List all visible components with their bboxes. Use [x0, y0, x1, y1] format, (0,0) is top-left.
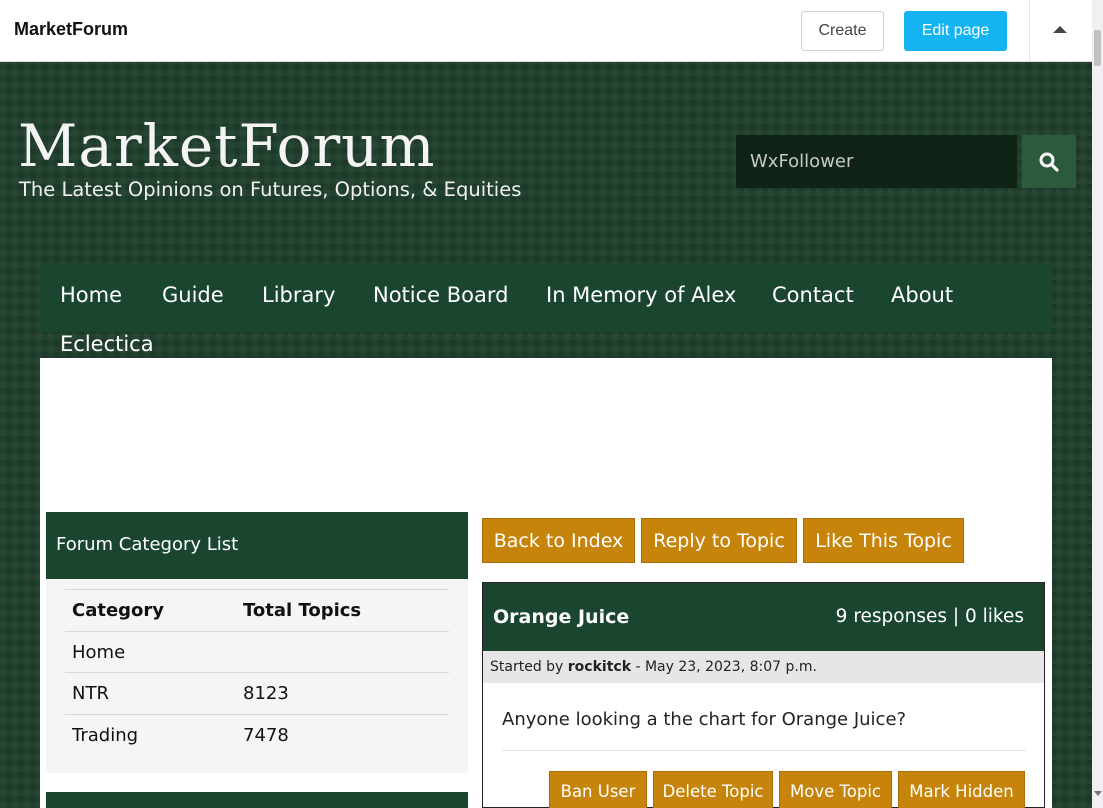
- category-name[interactable]: Trading: [72, 725, 138, 746]
- search-button[interactable]: [1022, 135, 1076, 188]
- like-topic-button[interactable]: Like This Topic: [803, 518, 964, 563]
- create-button[interactable]: Create: [801, 11, 884, 51]
- admin-bar: MarketForum Create Edit page: [0, 0, 1092, 62]
- category-list-panel: Forum Category List Category Total Topic…: [46, 512, 468, 773]
- edit-page-button[interactable]: Edit page: [904, 11, 1007, 51]
- column-header-total-topics: Total Topics: [243, 600, 362, 621]
- category-table: Category Total Topics Home NTR 8123 Trad…: [65, 589, 449, 755]
- reply-to-topic-button[interactable]: Reply to Topic: [641, 518, 797, 563]
- search-icon: [1039, 152, 1059, 172]
- topic-divider: [502, 750, 1026, 751]
- category-name[interactable]: NTR: [72, 683, 109, 704]
- delete-topic-button[interactable]: Delete Topic: [653, 771, 773, 808]
- nav-item-in-memory[interactable]: In Memory of Alex: [546, 283, 736, 307]
- table-row[interactable]: NTR 8123: [65, 672, 449, 714]
- nav-item-library[interactable]: Library: [262, 283, 335, 307]
- search-input[interactable]: WxFollower: [736, 135, 1017, 188]
- category-name[interactable]: Home: [72, 642, 125, 663]
- category-list-title: Forum Category List: [46, 512, 468, 579]
- main-nav: Home Guide Library Notice Board In Memor…: [40, 263, 1052, 332]
- topic-author[interactable]: rockitck: [568, 659, 631, 675]
- move-topic-button[interactable]: Move Topic: [779, 771, 892, 808]
- topic-date: - May 23, 2023, 8:07 p.m.: [635, 659, 817, 675]
- nav-item-eclectica[interactable]: Eclectica: [60, 332, 154, 356]
- category-table-header: Category Total Topics: [65, 589, 449, 631]
- nav-item-guide[interactable]: Guide: [162, 283, 224, 307]
- site-logo-title[interactable]: MarketForum: [18, 112, 436, 180]
- topic-header: Orange Juice 9 responses | 0 likes: [483, 583, 1044, 651]
- ban-user-button[interactable]: Ban User: [549, 771, 647, 808]
- table-row[interactable]: Trading 7478: [65, 713, 449, 756]
- category-topic-count: 7478: [243, 724, 289, 746]
- topic-body: Anyone looking a the chart for Orange Ju…: [502, 709, 907, 730]
- scroll-down-icon[interactable]: [1094, 791, 1102, 796]
- admin-brand[interactable]: MarketForum: [14, 19, 128, 40]
- mark-hidden-button[interactable]: Mark Hidden: [898, 771, 1025, 808]
- scrollbar-thumb[interactable]: [1094, 30, 1101, 66]
- column-header-category: Category: [72, 600, 165, 621]
- nav-item-home[interactable]: Home: [60, 283, 122, 307]
- secondary-panel-header: [46, 792, 468, 808]
- category-topic-count: 8123: [243, 683, 289, 704]
- started-by-label: Started by: [490, 659, 564, 675]
- collapse-up-icon[interactable]: [1053, 26, 1067, 33]
- topic-stats: 9 responses | 0 likes: [835, 606, 1024, 627]
- nav-item-notice-board[interactable]: Notice Board: [373, 283, 509, 307]
- back-to-index-button[interactable]: Back to Index: [482, 518, 635, 563]
- nav-item-about[interactable]: About: [891, 283, 953, 307]
- topic-meta: Started by rockitck - May 23, 2023, 8:07…: [483, 651, 1044, 683]
- site-tagline: The Latest Opinions on Futures, Options,…: [19, 178, 522, 201]
- admin-bar-divider: [1029, 0, 1030, 62]
- topic-title: Orange Juice: [493, 606, 630, 628]
- table-row[interactable]: Home: [65, 630, 449, 673]
- page-scrollbar[interactable]: [1092, 0, 1103, 808]
- nav-item-contact[interactable]: Contact: [772, 283, 854, 307]
